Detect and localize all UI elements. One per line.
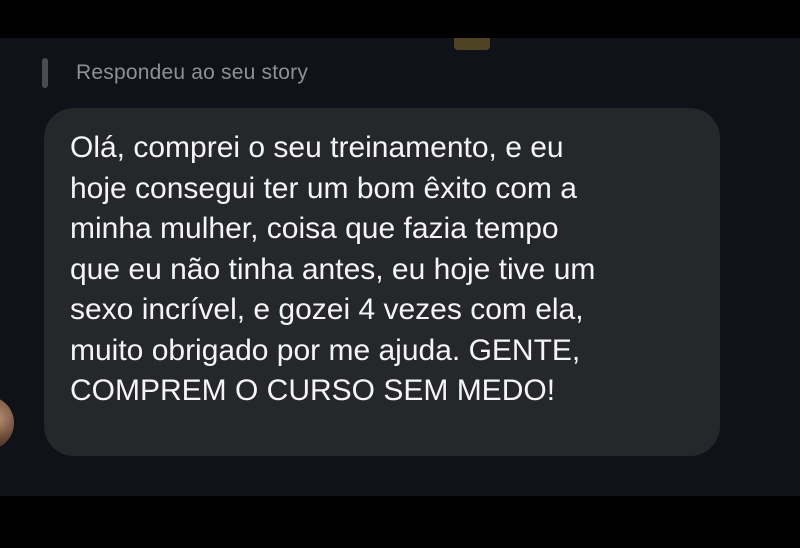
message-line: minha mulher, coisa que fazia tempo (70, 212, 559, 245)
reply-context-label: Respondeu ao seu story (76, 61, 309, 84)
message-line: Olá, comprei o seu treinamento, e eu (70, 131, 564, 164)
message-line: que eu não tinha antes, eu hoje tive um (70, 252, 596, 286)
story-thumbnail[interactable] (454, 38, 490, 50)
reply-indicator-bar (42, 58, 48, 88)
message-line: hoje consegui ter um bom êxito com a (70, 171, 577, 205)
sender-avatar[interactable] (0, 396, 14, 450)
message-line: COMPREM O CURSO SEM MEDO! (70, 374, 556, 407)
message-line: muito obrigado por me ajuda. GENTE, (70, 333, 581, 367)
story-reply-context: Respondeu ao seu story (42, 58, 308, 88)
dm-screen: Respondeu ao seu story Olá, comprei o se… (0, 0, 800, 548)
message-line: sexo incrível, e gozei 4 vezes com ela, (70, 293, 584, 326)
message-bubble[interactable]: Olá, comprei o seu treinamento, e eu hoj… (44, 108, 720, 456)
